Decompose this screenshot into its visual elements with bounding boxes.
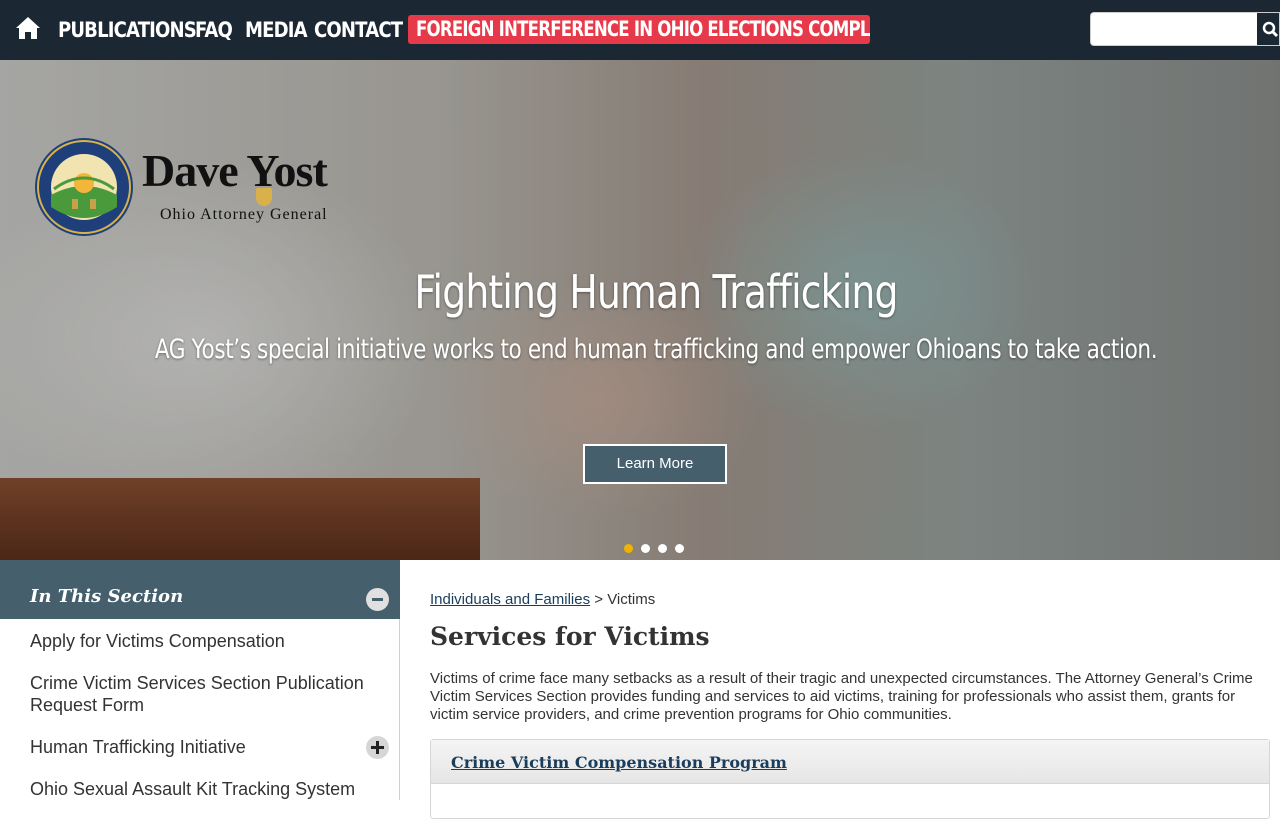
accordion-header[interactable]: Crime Victim Compensation Program [431,740,1269,784]
hero-carousel: Dave Yost Ohio Attorney General Fighting… [0,60,1280,560]
section-sidebar-header: In This Section [0,560,400,619]
carousel-dot-3[interactable] [658,544,667,553]
election-complaints-button[interactable]: FOREIGN INTERFERENCE IN OHIO ELECTIONS C… [408,15,870,44]
logo-badge-icon [256,188,272,206]
hero-subtitle: AG Yost’s special initiative works to en… [154,334,1158,365]
section-title: In This Section [30,586,184,607]
breadcrumb: Individuals and Families > Victims [430,591,655,608]
carousel-dot-4[interactable] [675,544,684,553]
learn-more-button[interactable]: Learn More [583,444,727,484]
search-input[interactable] [1090,12,1258,46]
breadcrumb-individuals-families[interactable]: Individuals and Families [430,591,590,608]
top-navigation-bar: PUBLICATIONS FAQ MEDIA CONTACT FOREIGN I… [0,0,1280,60]
sidebar-item-apply-compensation[interactable]: Apply for Victims Compensation [30,630,375,652]
collapse-section-icon[interactable] [366,588,389,611]
breadcrumb-current: Victims [607,591,656,608]
hero-title: Fighting Human Trafficking [414,265,898,319]
logo-subtitle: Ohio Attorney General [160,206,328,223]
logo-name: Dave Yost [142,145,328,196]
nav-publications[interactable]: PUBLICATIONS [58,14,197,46]
page-title: Services for Victims [430,622,710,651]
search-icon [1262,21,1279,38]
search-button[interactable] [1257,12,1280,46]
sidebar-item-human-trafficking[interactable]: Human Trafficking Initiative [30,736,375,758]
expand-human-trafficking-icon[interactable] [366,736,389,759]
main-content: Individuals and Families > Victims Servi… [401,560,1280,819]
nav-contact[interactable]: CONTACT [314,14,403,46]
carousel-dot-1[interactable] [624,544,633,553]
election-complaints-label: FOREIGN INTERFERENCE IN OHIO ELECTIONS C… [416,17,870,41]
accordion-panel: Crime Victim Compensation Program [430,739,1270,819]
crime-victim-compensation-link[interactable]: Crime Victim Compensation Program [451,753,787,772]
nav-faq[interactable]: FAQ [195,14,233,46]
sidebar-item-sexual-assault-kit[interactable]: Ohio Sexual Assault Kit Tracking System [30,778,375,800]
nav-media[interactable]: MEDIA [245,14,308,46]
carousel-dot-2[interactable] [641,544,650,553]
breadcrumb-separator: > [594,591,604,608]
ohio-ag-seal-icon [35,138,133,236]
home-icon[interactable] [14,14,42,42]
intro-paragraph: Victims of crime face many setbacks as a… [430,670,1253,723]
sidebar-item-publication-request[interactable]: Crime Victim Services Section Publicatio… [30,672,375,716]
section-sidebar: In This Section Apply for Victims Compen… [0,560,400,800]
